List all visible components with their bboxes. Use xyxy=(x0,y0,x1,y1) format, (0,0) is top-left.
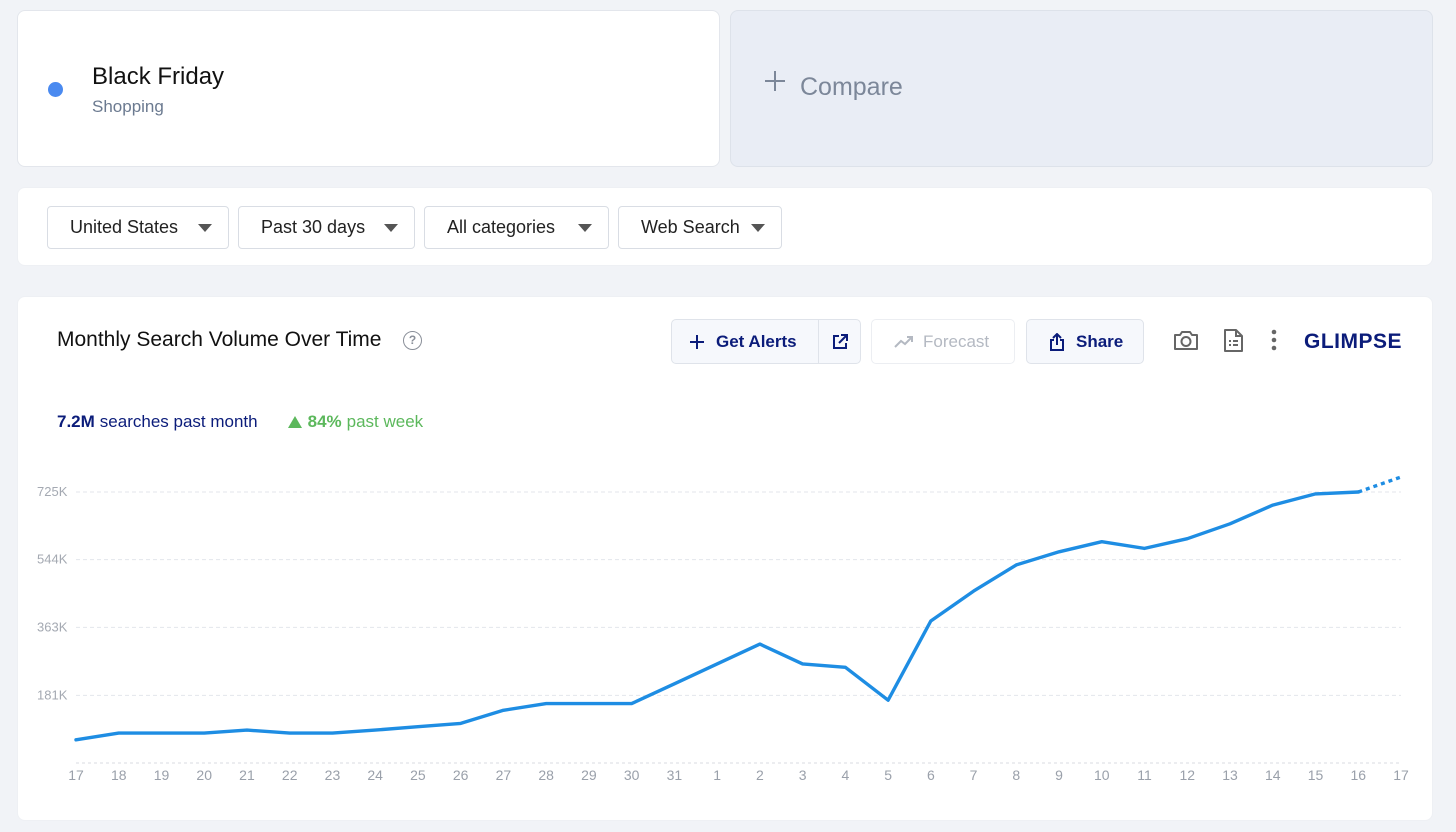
x-tick-label: 29 xyxy=(581,767,597,783)
x-tick-label: 27 xyxy=(496,767,512,783)
x-tick-label: 30 xyxy=(624,767,640,783)
x-tick-label: 20 xyxy=(196,767,212,783)
country-dropdown[interactable]: United States xyxy=(47,206,229,249)
compare-button[interactable]: Compare xyxy=(730,10,1433,167)
x-tick-label: 28 xyxy=(538,767,554,783)
forecast-line xyxy=(1357,475,1402,494)
y-tick-label: 725K xyxy=(37,484,68,499)
x-tick-label: 31 xyxy=(667,767,683,783)
caret-down-icon xyxy=(198,224,212,232)
x-tick-label: 4 xyxy=(841,767,849,783)
category-dropdown[interactable]: All categories xyxy=(424,206,609,249)
category-dropdown-label: All categories xyxy=(447,217,556,237)
x-tick-label: 11 xyxy=(1137,767,1152,783)
x-tick-label: 12 xyxy=(1180,767,1196,783)
x-tick-label: 9 xyxy=(1055,767,1063,783)
x-tick-label: 15 xyxy=(1308,767,1324,783)
x-tick-label: 10 xyxy=(1094,767,1110,783)
y-tick-label: 544K xyxy=(37,552,68,567)
line-chart: 181K363K544K725K17 18 19 20 21 22 23 24 25 26 27 28… xyxy=(37,475,1409,783)
caret-down-icon xyxy=(751,224,765,232)
y-tick-label: 181K xyxy=(37,687,68,702)
x-tick-label: 18 xyxy=(111,767,127,783)
x-tick-label: 21 xyxy=(239,767,255,783)
term-category: Shopping xyxy=(92,97,164,116)
compare-label: Compare xyxy=(800,73,903,101)
x-tick-label: 24 xyxy=(367,767,383,783)
x-tick-label: 5 xyxy=(884,767,892,783)
x-tick-label: 17 xyxy=(68,767,84,783)
x-tick-label: 6 xyxy=(927,767,935,783)
x-tick-label: 8 xyxy=(1012,767,1020,783)
source-dropdown-label: Web Search xyxy=(641,217,740,237)
x-tick-label: 22 xyxy=(282,767,298,783)
chart-panel: Monthly Search Volume Over Time ? Get Al… xyxy=(17,296,1433,821)
x-tick-label: 26 xyxy=(453,767,469,783)
x-tick-label: 16 xyxy=(1350,767,1366,783)
time-range-dropdown-label: Past 30 days xyxy=(261,217,366,237)
x-tick-label: 3 xyxy=(799,767,807,783)
y-tick-label: 363K xyxy=(37,619,68,634)
x-tick-label: 14 xyxy=(1265,767,1281,783)
x-tick-label: 7 xyxy=(970,767,978,783)
term-card[interactable]: Black Friday Shopping xyxy=(17,10,720,167)
caret-down-icon xyxy=(384,224,398,232)
plus-icon xyxy=(765,71,785,91)
source-dropdown[interactable]: Web Search xyxy=(618,206,782,249)
term-title: Black Friday xyxy=(92,63,225,90)
x-tick-label: 17 xyxy=(1393,767,1409,783)
x-tick-label: 1 xyxy=(713,767,721,783)
series-line xyxy=(74,490,1360,742)
x-tick-label: 19 xyxy=(154,767,170,783)
country-dropdown-label: United States xyxy=(70,217,179,237)
filters-bar: United States Past 30 days All categorie… xyxy=(17,187,1433,266)
caret-down-icon xyxy=(578,224,592,232)
x-tick-label: 2 xyxy=(756,767,764,783)
x-tick-label: 25 xyxy=(410,767,426,783)
x-tick-label: 23 xyxy=(325,767,341,783)
series-color-dot xyxy=(48,82,63,97)
x-tick-label: 13 xyxy=(1222,767,1238,783)
time-range-dropdown[interactable]: Past 30 days xyxy=(238,206,415,249)
